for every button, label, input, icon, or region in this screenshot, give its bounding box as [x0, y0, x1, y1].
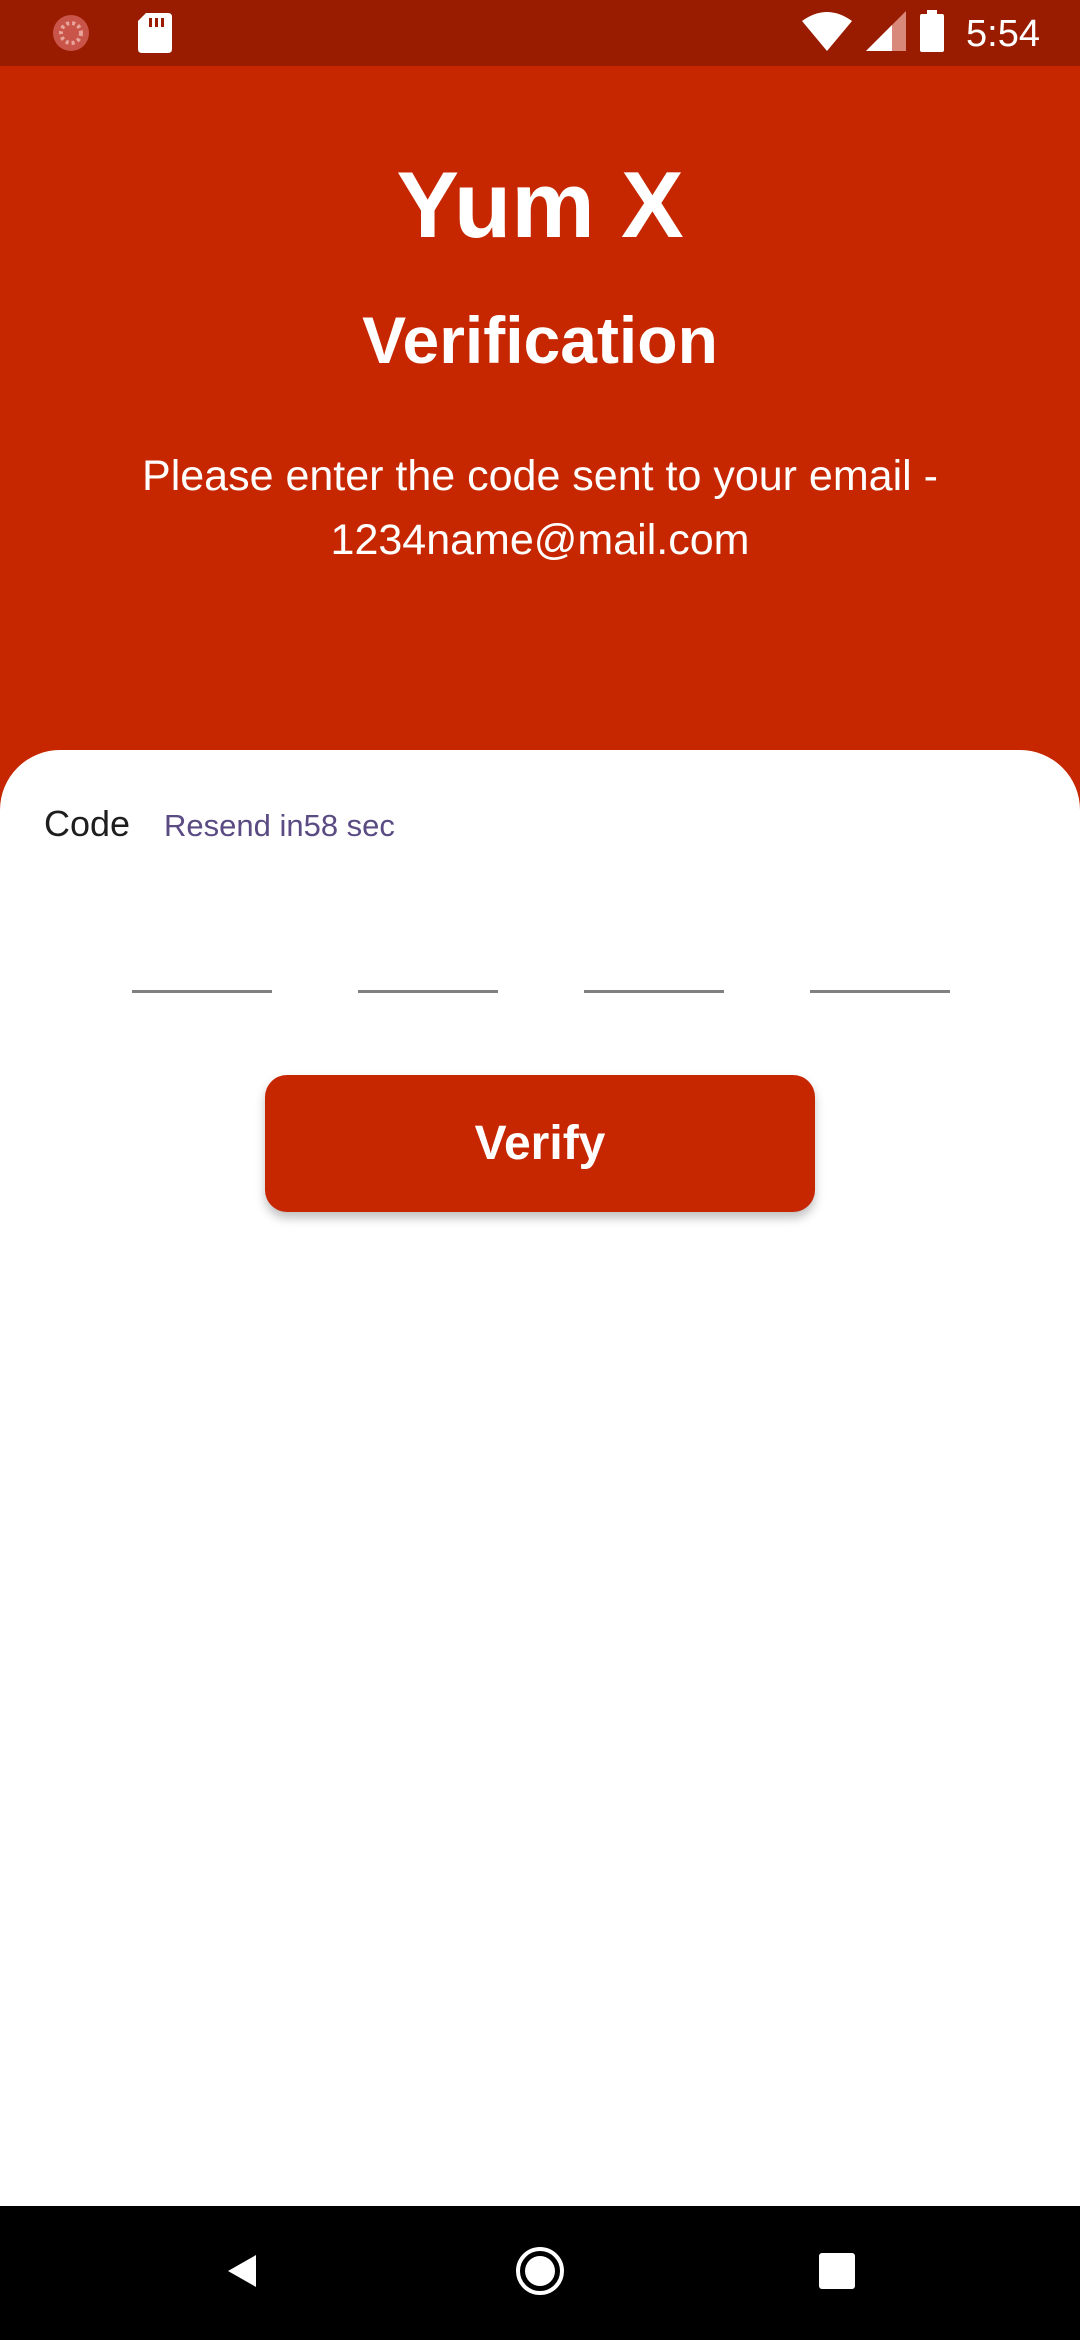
code-digit-2-input[interactable] [358, 990, 498, 993]
recents-icon [819, 2252, 855, 2294]
verify-button[interactable]: Verify [265, 1075, 815, 1212]
code-digit-1-input[interactable] [132, 990, 272, 993]
instruction-text: Please enter the code sent to your email… [142, 452, 938, 500]
wifi-icon [802, 11, 853, 56]
status-time: 5:54 [966, 12, 1040, 55]
verification-card: Code Resend in58 sec Verify [0, 750, 1080, 2206]
status-right-icons: 5:54 [802, 10, 1040, 57]
battery-icon [920, 10, 945, 57]
status-bar: 5:54 [0, 0, 1080, 66]
sd-card-icon [138, 13, 172, 58]
resend-countdown[interactable]: Resend in58 sec [164, 806, 395, 846]
back-button[interactable] [175, 2206, 309, 2340]
recents-button[interactable] [770, 2206, 904, 2340]
code-digit-4-input[interactable] [810, 990, 950, 993]
loading-indicator-icon [50, 12, 92, 59]
back-icon [222, 2251, 262, 2296]
verification-instruction: Please enter the code sent to your email… [90, 444, 990, 572]
code-label: Code [44, 803, 131, 844]
status-left-icons [50, 12, 172, 59]
system-nav-bar [0, 2206, 1080, 2340]
home-button[interactable] [473, 2206, 607, 2340]
page-title: Verification [362, 303, 718, 377]
home-icon [514, 2245, 566, 2302]
cellular-signal-icon [866, 11, 907, 56]
email-address: 1234name@mail.com [330, 516, 750, 564]
app-title: Yum X [396, 152, 684, 257]
code-digit-3-input[interactable] [584, 990, 724, 993]
